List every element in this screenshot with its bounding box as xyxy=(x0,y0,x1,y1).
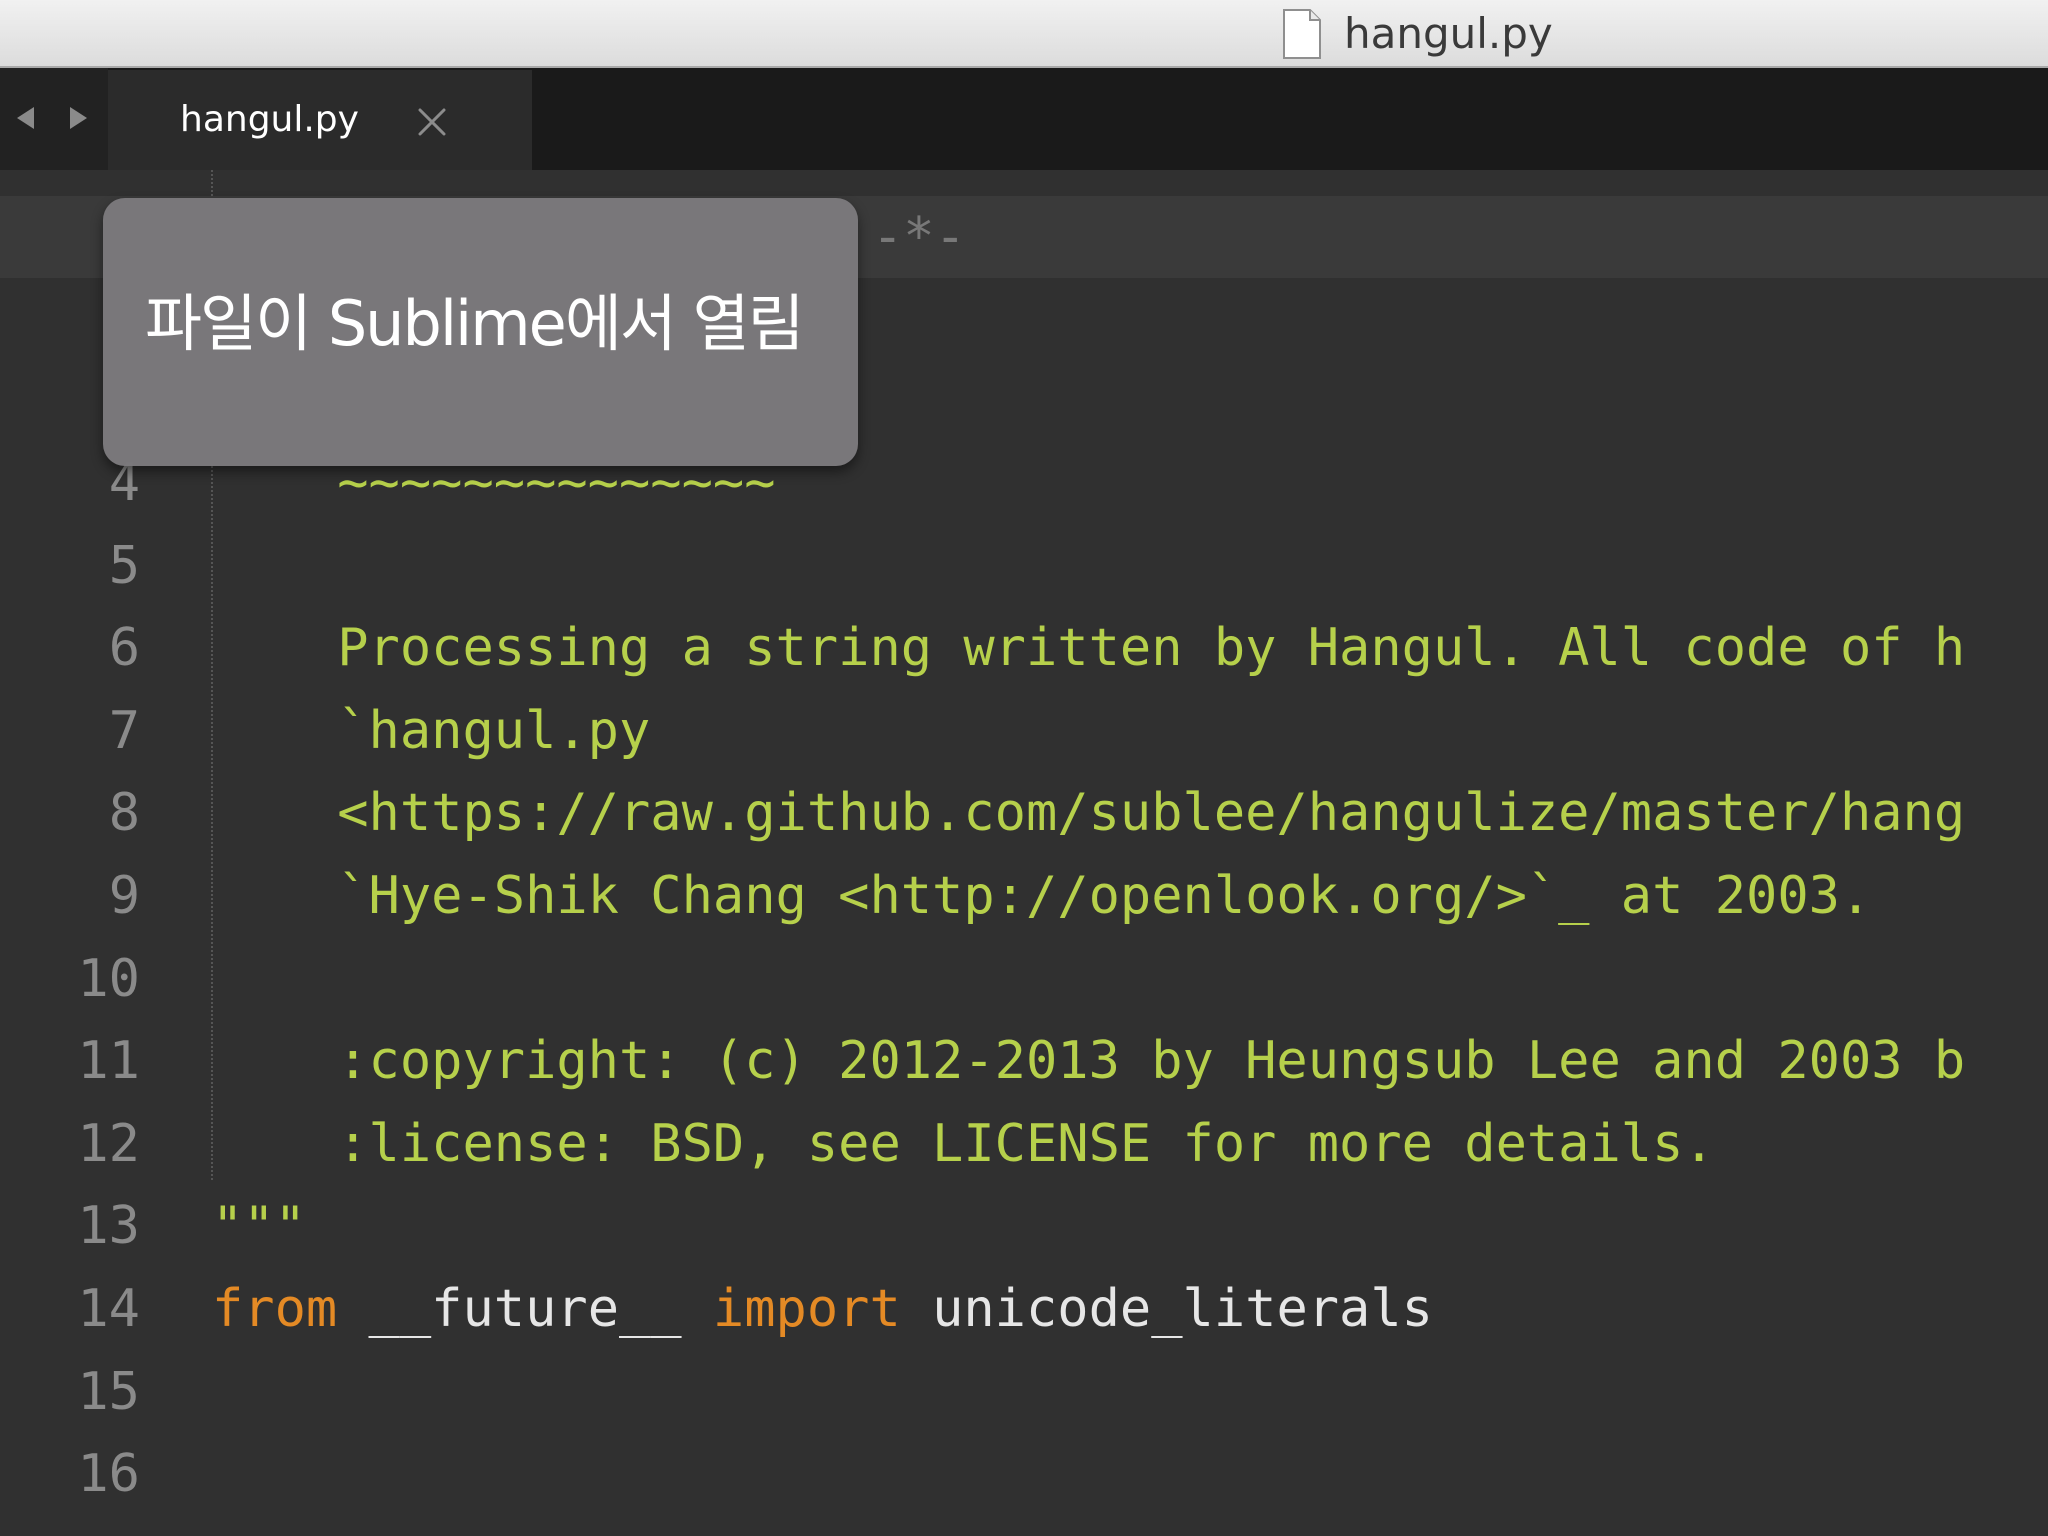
window-title: hangul.py xyxy=(1344,9,1553,58)
code-line: 12 :license: BSD, see LICENSE for more d… xyxy=(0,1103,2048,1185)
line-code: :license: BSD, see LICENSE for more deta… xyxy=(212,1103,1715,1185)
tab-label: hangul.py xyxy=(180,99,359,140)
code-line: 11 :copyright: (c) 2012-2013 by Heungsub… xyxy=(0,1020,2048,1102)
line-number: 7 xyxy=(108,700,140,761)
window-title-group: hangul.py xyxy=(1282,6,1553,62)
caption-text: 파일이 Sublime에서 열림 xyxy=(145,287,805,360)
code-token: :license: BSD, see LICENSE for more deta… xyxy=(212,1113,1715,1174)
window-titlebar[interactable]: hangul.py xyxy=(0,0,2048,68)
coding-declaration-fragment: -*- xyxy=(872,207,966,267)
line-number: 15 xyxy=(77,1361,140,1422)
code-token: """ xyxy=(212,1196,306,1257)
code-line: 16 xyxy=(0,1433,2048,1515)
code-line: 14 from __future__ import unicode_literal… xyxy=(0,1268,2048,1350)
code-line: 9 `Hye-Shik Chang <http://openlook.org/>… xyxy=(0,855,2048,937)
close-icon[interactable] xyxy=(416,106,448,138)
forward-arrow-icon[interactable] xyxy=(58,98,98,138)
line-number: 6 xyxy=(108,618,140,679)
line-number: 5 xyxy=(108,535,140,596)
code-token: `hangul.py xyxy=(212,700,651,761)
line-number: 13 xyxy=(77,1196,140,1257)
back-arrow-icon[interactable] xyxy=(6,98,46,138)
code-token: __future__ xyxy=(337,1279,713,1339)
line-code: Processing a string written by Hangul. A… xyxy=(212,607,1965,689)
line-number: 10 xyxy=(77,948,140,1009)
code-token: <https://raw.github.com/sublee/hangulize… xyxy=(212,783,1966,844)
line-number: 11 xyxy=(77,1031,140,1092)
line-code: :copyright: (c) 2012-2013 by Heungsub Le… xyxy=(212,1020,1965,1102)
code-line: 8 <https://raw.github.com/sublee/hanguli… xyxy=(0,772,2048,854)
code-line: 15 xyxy=(0,1351,2048,1433)
line-code: """ xyxy=(212,1185,306,1267)
code-token: from xyxy=(212,1279,338,1339)
code-token: `Hye-Shik Chang <http://openlook.org/>`_… xyxy=(212,866,1872,926)
code-line: 7 `hangul.py xyxy=(0,690,2048,772)
code-token: Processing a string written by Hangul. A… xyxy=(212,618,1966,679)
code-token: :copyright: (c) 2012-2013 by Heungsub Le… xyxy=(212,1031,1966,1092)
code-token: import xyxy=(712,1279,901,1339)
document-icon xyxy=(1283,9,1321,59)
tab-bar: hangul.py xyxy=(0,68,2048,170)
code-token: unicode_literals xyxy=(900,1279,1433,1339)
line-code: `Hye-Shik Chang <http://openlook.org/>`_… xyxy=(212,855,1871,937)
code-line: 5 xyxy=(0,525,2048,607)
tab-hangul-py[interactable]: hangul.py xyxy=(108,70,532,170)
line-number: 16 xyxy=(77,1444,140,1505)
code-line: 13 """ xyxy=(0,1185,2048,1267)
code-line: 10 xyxy=(0,938,2048,1020)
line-code: `hangul.py xyxy=(212,690,650,772)
code-line: 6 Processing a string written by Hangul.… xyxy=(0,607,2048,689)
tab-navigation xyxy=(0,68,108,170)
line-code: from __future__ import unicode_literals xyxy=(212,1268,1433,1350)
caption-overlay: 파일이 Sublime에서 열림 xyxy=(103,198,858,466)
line-number: 9 xyxy=(108,866,140,926)
line-number: 12 xyxy=(77,1113,140,1174)
line-code: <https://raw.github.com/sublee/hangulize… xyxy=(212,772,1965,854)
line-number: 8 xyxy=(108,783,140,844)
line-number: 14 xyxy=(77,1279,140,1339)
